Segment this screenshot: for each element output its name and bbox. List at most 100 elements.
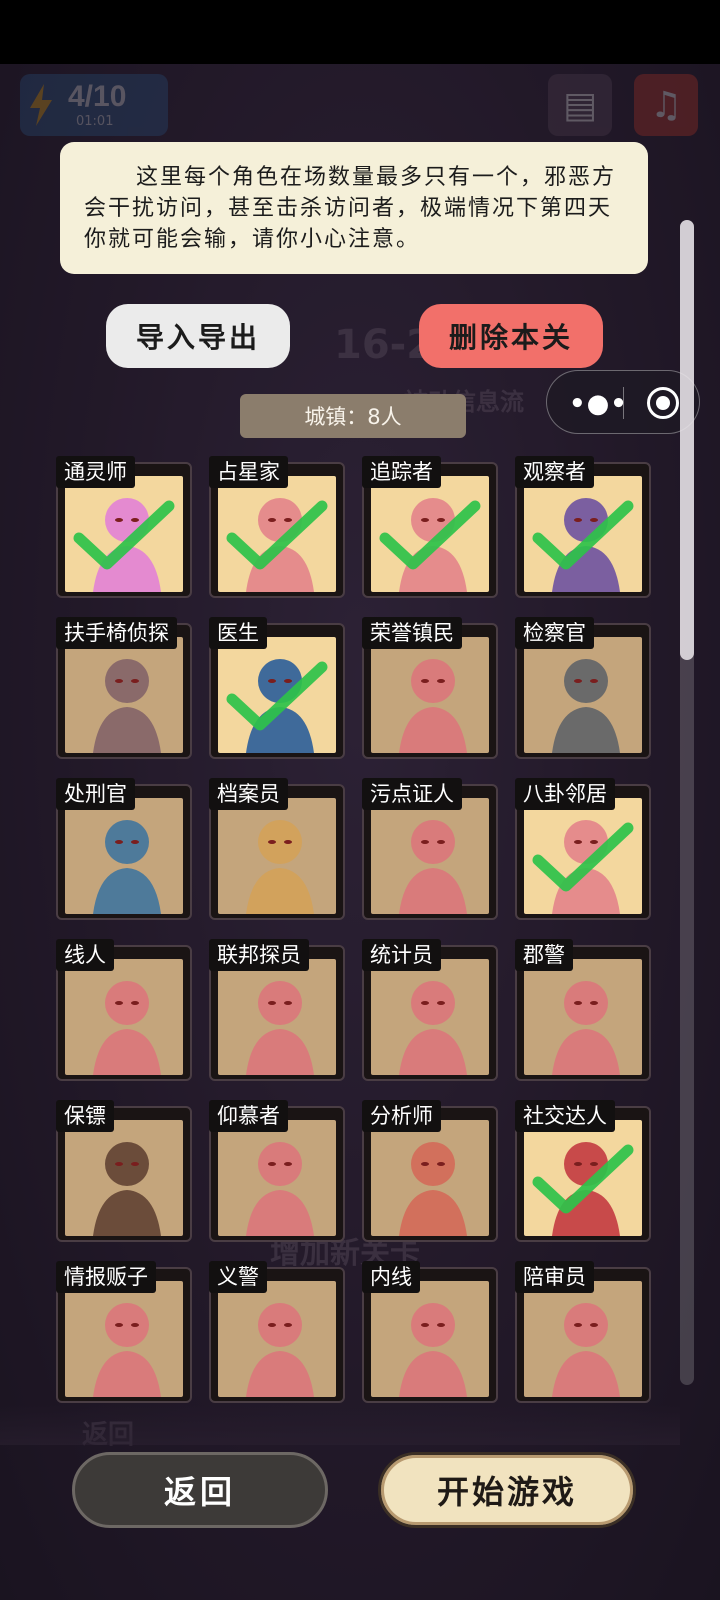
character-card[interactable]: 八卦邻居	[515, 778, 651, 920]
character-portrait	[65, 637, 183, 753]
character-name: 统计员	[362, 939, 441, 971]
character-card[interactable]: 荣誉镇民	[362, 617, 498, 759]
character-figure-icon	[246, 1303, 314, 1397]
character-portrait	[218, 637, 336, 753]
character-portrait	[524, 959, 642, 1075]
character-portrait	[65, 798, 183, 914]
character-card[interactable]: 统计员	[362, 939, 498, 1081]
character-name: 医生	[209, 617, 267, 649]
character-portrait	[371, 1120, 489, 1236]
character-figure-icon	[399, 659, 467, 753]
character-portrait	[218, 1281, 336, 1397]
character-card[interactable]: 联邦探员	[209, 939, 345, 1081]
character-card[interactable]: 郡警	[515, 939, 651, 1081]
checkmark-icon	[73, 500, 175, 570]
character-portrait	[371, 1281, 489, 1397]
character-card[interactable]: 保镖	[56, 1100, 192, 1242]
character-card[interactable]: 追踪者	[362, 456, 498, 598]
character-card[interactable]: 内线	[362, 1261, 498, 1403]
character-figure-icon	[399, 1142, 467, 1236]
character-card[interactable]: 陪审员	[515, 1261, 651, 1403]
character-card[interactable]: 占星家	[209, 456, 345, 598]
character-card[interactable]: 检察官	[515, 617, 651, 759]
character-card[interactable]: 通灵师	[56, 456, 192, 598]
character-card[interactable]: 医生	[209, 617, 345, 759]
checkmark-icon	[532, 1144, 634, 1214]
character-name: 情报贩子	[56, 1261, 156, 1293]
character-figure-icon	[399, 1303, 467, 1397]
character-portrait	[218, 798, 336, 914]
character-name: 占星家	[209, 456, 288, 488]
character-portrait	[65, 476, 183, 592]
character-card[interactable]: 档案员	[209, 778, 345, 920]
character-card[interactable]: 情报贩子	[56, 1261, 192, 1403]
checkmark-icon	[532, 500, 634, 570]
character-name: 社交达人	[515, 1100, 615, 1132]
back-button[interactable]: 返回	[72, 1452, 328, 1528]
character-name: 内线	[362, 1261, 420, 1293]
character-portrait	[65, 959, 183, 1075]
character-figure-icon	[399, 981, 467, 1075]
character-portrait	[371, 637, 489, 753]
character-portrait	[524, 637, 642, 753]
character-card[interactable]: 线人	[56, 939, 192, 1081]
character-card[interactable]: 污点证人	[362, 778, 498, 920]
character-figure-icon	[93, 981, 161, 1075]
character-name: 分析师	[362, 1100, 441, 1132]
character-name: 保镖	[56, 1100, 114, 1132]
list-fade	[0, 1405, 680, 1445]
character-figure-icon	[552, 659, 620, 753]
character-card[interactable]: 分析师	[362, 1100, 498, 1242]
character-card[interactable]: 仰慕者	[209, 1100, 345, 1242]
character-name: 线人	[56, 939, 114, 971]
character-name: 陪审员	[515, 1261, 594, 1293]
character-figure-icon	[93, 659, 161, 753]
character-grid: 通灵师 占星家 追踪者 观察者扶手椅侦探 医生 荣誉镇民 检察官处刑官 档案员 污点证人 八卦邻居…	[0, 0, 720, 1600]
character-card[interactable]: 义警	[209, 1261, 345, 1403]
checkmark-icon	[226, 661, 328, 731]
character-name: 追踪者	[362, 456, 441, 488]
checkmark-icon	[532, 822, 634, 892]
character-name: 处刑官	[56, 778, 135, 810]
character-card[interactable]: 社交达人	[515, 1100, 651, 1242]
character-figure-icon	[246, 1142, 314, 1236]
character-portrait	[218, 959, 336, 1075]
character-name: 检察官	[515, 617, 594, 649]
character-portrait	[218, 1120, 336, 1236]
character-name: 义警	[209, 1261, 267, 1293]
checkmark-icon	[226, 500, 328, 570]
character-figure-icon	[93, 1303, 161, 1397]
character-portrait	[524, 798, 642, 914]
character-portrait	[524, 1120, 642, 1236]
character-figure-icon	[246, 981, 314, 1075]
character-figure-icon	[246, 820, 314, 914]
character-card[interactable]: 处刑官	[56, 778, 192, 920]
character-figure-icon	[552, 981, 620, 1075]
character-card[interactable]: 扶手椅侦探	[56, 617, 192, 759]
character-name: 观察者	[515, 456, 594, 488]
character-name: 仰慕者	[209, 1100, 288, 1132]
character-portrait	[218, 476, 336, 592]
character-card[interactable]: 观察者	[515, 456, 651, 598]
character-name: 通灵师	[56, 456, 135, 488]
character-name: 荣誉镇民	[362, 617, 462, 649]
character-portrait	[65, 1120, 183, 1236]
character-figure-icon	[93, 1142, 161, 1236]
character-portrait	[371, 959, 489, 1075]
character-portrait	[65, 1281, 183, 1397]
character-figure-icon	[399, 820, 467, 914]
character-name: 八卦邻居	[515, 778, 615, 810]
character-figure-icon	[93, 820, 161, 914]
character-name: 郡警	[515, 939, 573, 971]
character-portrait	[371, 476, 489, 592]
character-name: 档案员	[209, 778, 288, 810]
character-portrait	[524, 1281, 642, 1397]
character-portrait	[371, 798, 489, 914]
character-portrait	[524, 476, 642, 592]
start-game-button[interactable]: 开始游戏	[378, 1452, 636, 1528]
character-figure-icon	[552, 1303, 620, 1397]
character-name: 扶手椅侦探	[56, 617, 177, 649]
checkmark-icon	[379, 500, 481, 570]
character-name: 污点证人	[362, 778, 462, 810]
character-name: 联邦探员	[209, 939, 309, 971]
